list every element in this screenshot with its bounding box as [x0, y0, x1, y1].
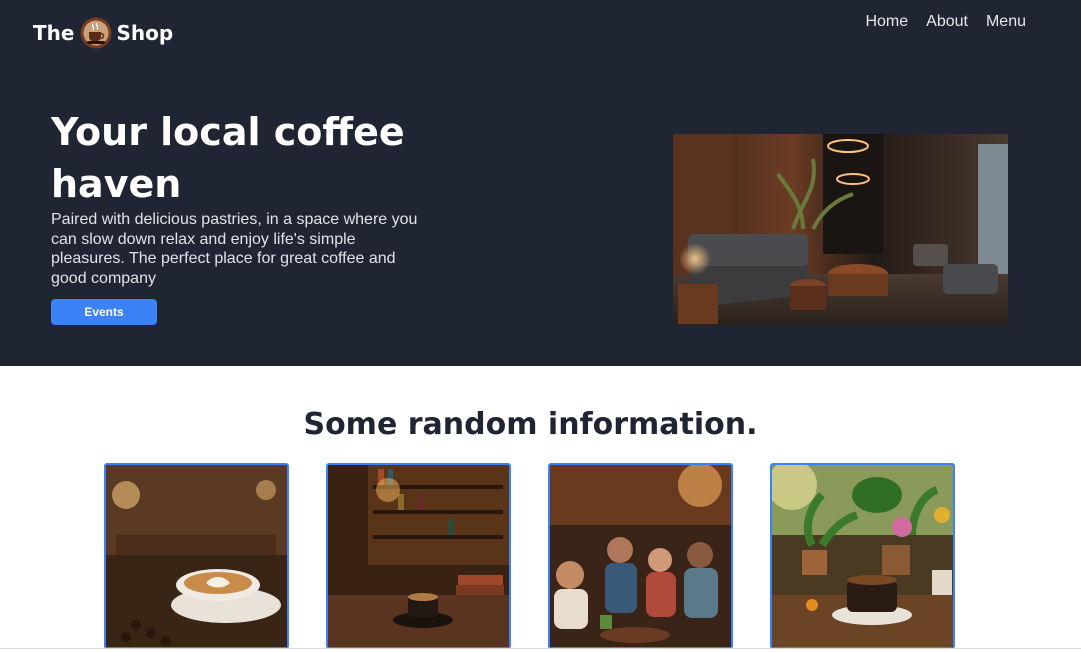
friends-in-cafe-image: [550, 465, 731, 647]
info-section-title: Some random information.: [303, 407, 758, 442]
nav-item-home[interactable]: Home: [865, 12, 908, 32]
brand-name-right: Shop: [116, 21, 174, 45]
info-card-friends[interactable]: [548, 463, 733, 649]
events-button[interactable]: Events: [51, 299, 157, 325]
info-card-books[interactable]: [326, 463, 511, 649]
nav-item-menu[interactable]: Menu: [986, 12, 1026, 32]
latte-art-cafe-image: [106, 465, 287, 647]
hero-title: Your local coffee haven: [51, 110, 405, 206]
hero-description: Paired with delicious pastries, in a spa…: [51, 211, 418, 287]
info-card-plants[interactable]: [770, 463, 955, 649]
coffee-lounge-interior-image: [673, 134, 1008, 325]
nav-item-about[interactable]: About: [926, 12, 968, 32]
plants-and-coffee-image: [772, 465, 953, 647]
brand-logo[interactable]: The Shop: [33, 16, 173, 50]
bookshelf-coffee-image: [328, 465, 509, 647]
hero-section: The Shop Home About Menu Your local coff…: [0, 0, 1081, 366]
top-nav: Home About Menu: [847, 12, 1026, 32]
page-divider: [0, 648, 1081, 649]
brand-name-left: The: [33, 21, 75, 45]
info-card-latte[interactable]: [104, 463, 289, 649]
coffee-cup-badge-icon: [80, 17, 112, 49]
